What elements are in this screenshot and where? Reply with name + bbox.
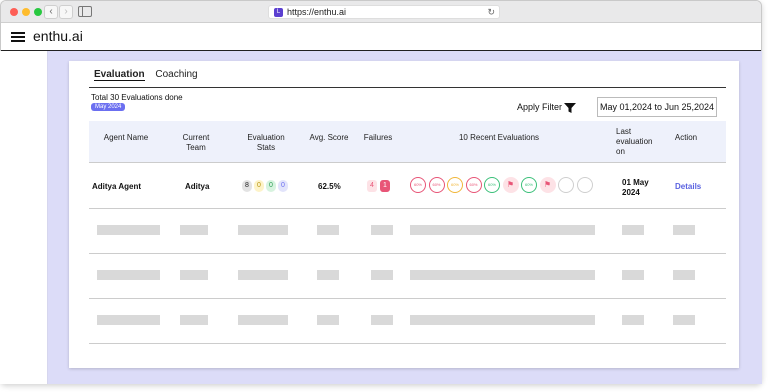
header-agent-name: Agent Name (103, 133, 149, 142)
back-button[interactable]: ‹ (44, 5, 58, 19)
team-name: Aditya (185, 182, 210, 191)
failure-count: 4 (367, 180, 377, 192)
tab-coaching[interactable]: Coaching (155, 69, 197, 80)
header-current-team: Current Team (182, 133, 210, 152)
maximize-window-icon[interactable] (34, 8, 42, 16)
evaluation-score-circle[interactable]: 60% (428, 177, 445, 193)
avg-score: 62.5% (318, 182, 341, 191)
stat-green: 0 (266, 180, 276, 192)
left-sidebar (0, 51, 48, 384)
failure-critical-count: 1 (380, 180, 390, 192)
browser-toolbar: ‹ › L https://enthu.ai ↻ (1, 1, 761, 23)
skeleton-row (89, 254, 726, 299)
tab-evaluation[interactable]: Evaluation (94, 69, 145, 81)
close-window-icon[interactable] (10, 8, 18, 16)
stat-purple: 0 (278, 180, 288, 192)
total-evaluations-text: Total 30 Evaluations done (91, 93, 183, 102)
tab-divider (89, 87, 726, 88)
failed-evaluation-flag-icon[interactable]: ⚑ (539, 177, 556, 193)
reload-icon[interactable]: ↻ (487, 6, 495, 19)
address-bar[interactable]: L https://enthu.ai ↻ (268, 5, 500, 19)
skeleton-row (89, 209, 726, 254)
tab-bar: Evaluation Coaching (94, 69, 206, 81)
evaluation-card: Evaluation Coaching Total 30 Evaluations… (69, 61, 739, 368)
failures: 41 (367, 180, 393, 192)
empty-evaluation-circle[interactable] (576, 177, 593, 193)
app-header: enthu.ai (1, 23, 761, 51)
url-text: https://enthu.ai (287, 7, 347, 17)
agent-name: Aditya Agent (92, 182, 142, 191)
failed-evaluation-flag-icon[interactable]: ⚑ (502, 177, 519, 193)
date-range-picker[interactable]: May 01,2024 to Jun 25,2024 (597, 97, 717, 117)
table-row: Aditya Agent Aditya 8000 62.5% 41 60% 60%… (89, 163, 726, 209)
evaluation-score-circle[interactable]: 60% (447, 177, 463, 193)
header-evaluation-stats: Evaluation Stats (247, 133, 285, 152)
last-evaluation-date: 01 May 2024 (622, 178, 649, 197)
header-failures: Failures (363, 133, 393, 142)
stat-total: 8 (242, 180, 252, 192)
evaluation-score-circle[interactable]: 60% (484, 177, 500, 193)
evaluation-score-circle[interactable]: 60% (410, 177, 426, 193)
header-last-evaluation: Last evaluation on (616, 127, 653, 156)
period-badge: May 2024 (91, 103, 126, 111)
header-avg-score: Avg. Score (309, 133, 349, 142)
skeleton-row (89, 299, 726, 344)
header-recent-evaluations: 10 Recent Evaluations (458, 133, 540, 142)
hamburger-menu-icon[interactable] (11, 32, 25, 42)
sidebar-toggle-icon[interactable] (78, 6, 92, 17)
details-link[interactable]: Details (675, 182, 701, 191)
header-action: Action (674, 133, 698, 142)
evaluation-score-circle[interactable]: 60% (465, 177, 482, 193)
forward-button[interactable]: › (59, 5, 73, 19)
empty-evaluation-circle[interactable] (558, 177, 574, 193)
filter-icon[interactable] (564, 103, 576, 113)
brand-logo: enthu.ai (33, 28, 83, 44)
apply-filter-button[interactable]: Apply Filter (517, 102, 562, 112)
minimize-window-icon[interactable] (22, 8, 30, 16)
evaluation-stats: 8000 (242, 180, 290, 192)
stat-yellow: 0 (254, 180, 264, 192)
table-header: Agent Name Current Team Evaluation Stats… (89, 121, 726, 163)
evaluation-score-circle[interactable]: 60% (521, 177, 537, 193)
favicon-icon: L (274, 8, 283, 17)
